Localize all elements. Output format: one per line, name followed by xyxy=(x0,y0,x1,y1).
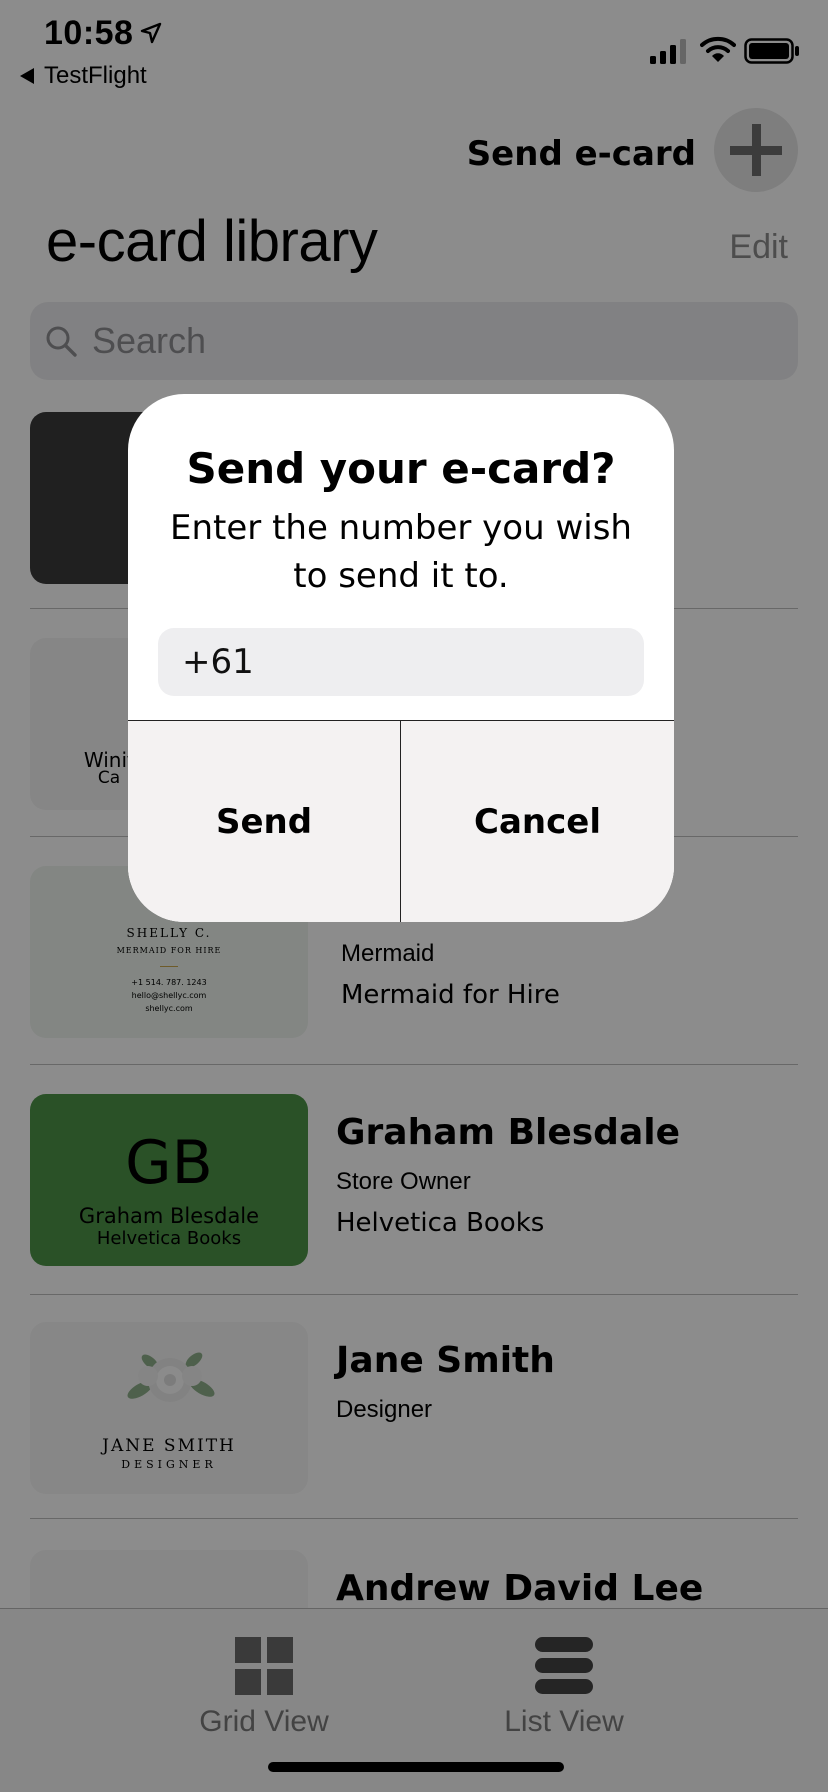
dialog-message: Enter the number you wish to send it to. xyxy=(170,508,632,596)
cancel-button[interactable]: Cancel xyxy=(401,721,674,922)
dialog-title: Send your e-card? xyxy=(186,444,616,493)
send-ecard-dialog: Send your e-card? Enter the number you w… xyxy=(128,394,674,922)
dialog-button-row: Send Cancel xyxy=(128,720,674,922)
send-button[interactable]: Send xyxy=(128,721,401,922)
phone-number-input[interactable] xyxy=(158,628,644,696)
screen: 10:58 TestFlight Send e-card e-card libr… xyxy=(0,0,828,1792)
home-indicator xyxy=(268,1762,564,1772)
